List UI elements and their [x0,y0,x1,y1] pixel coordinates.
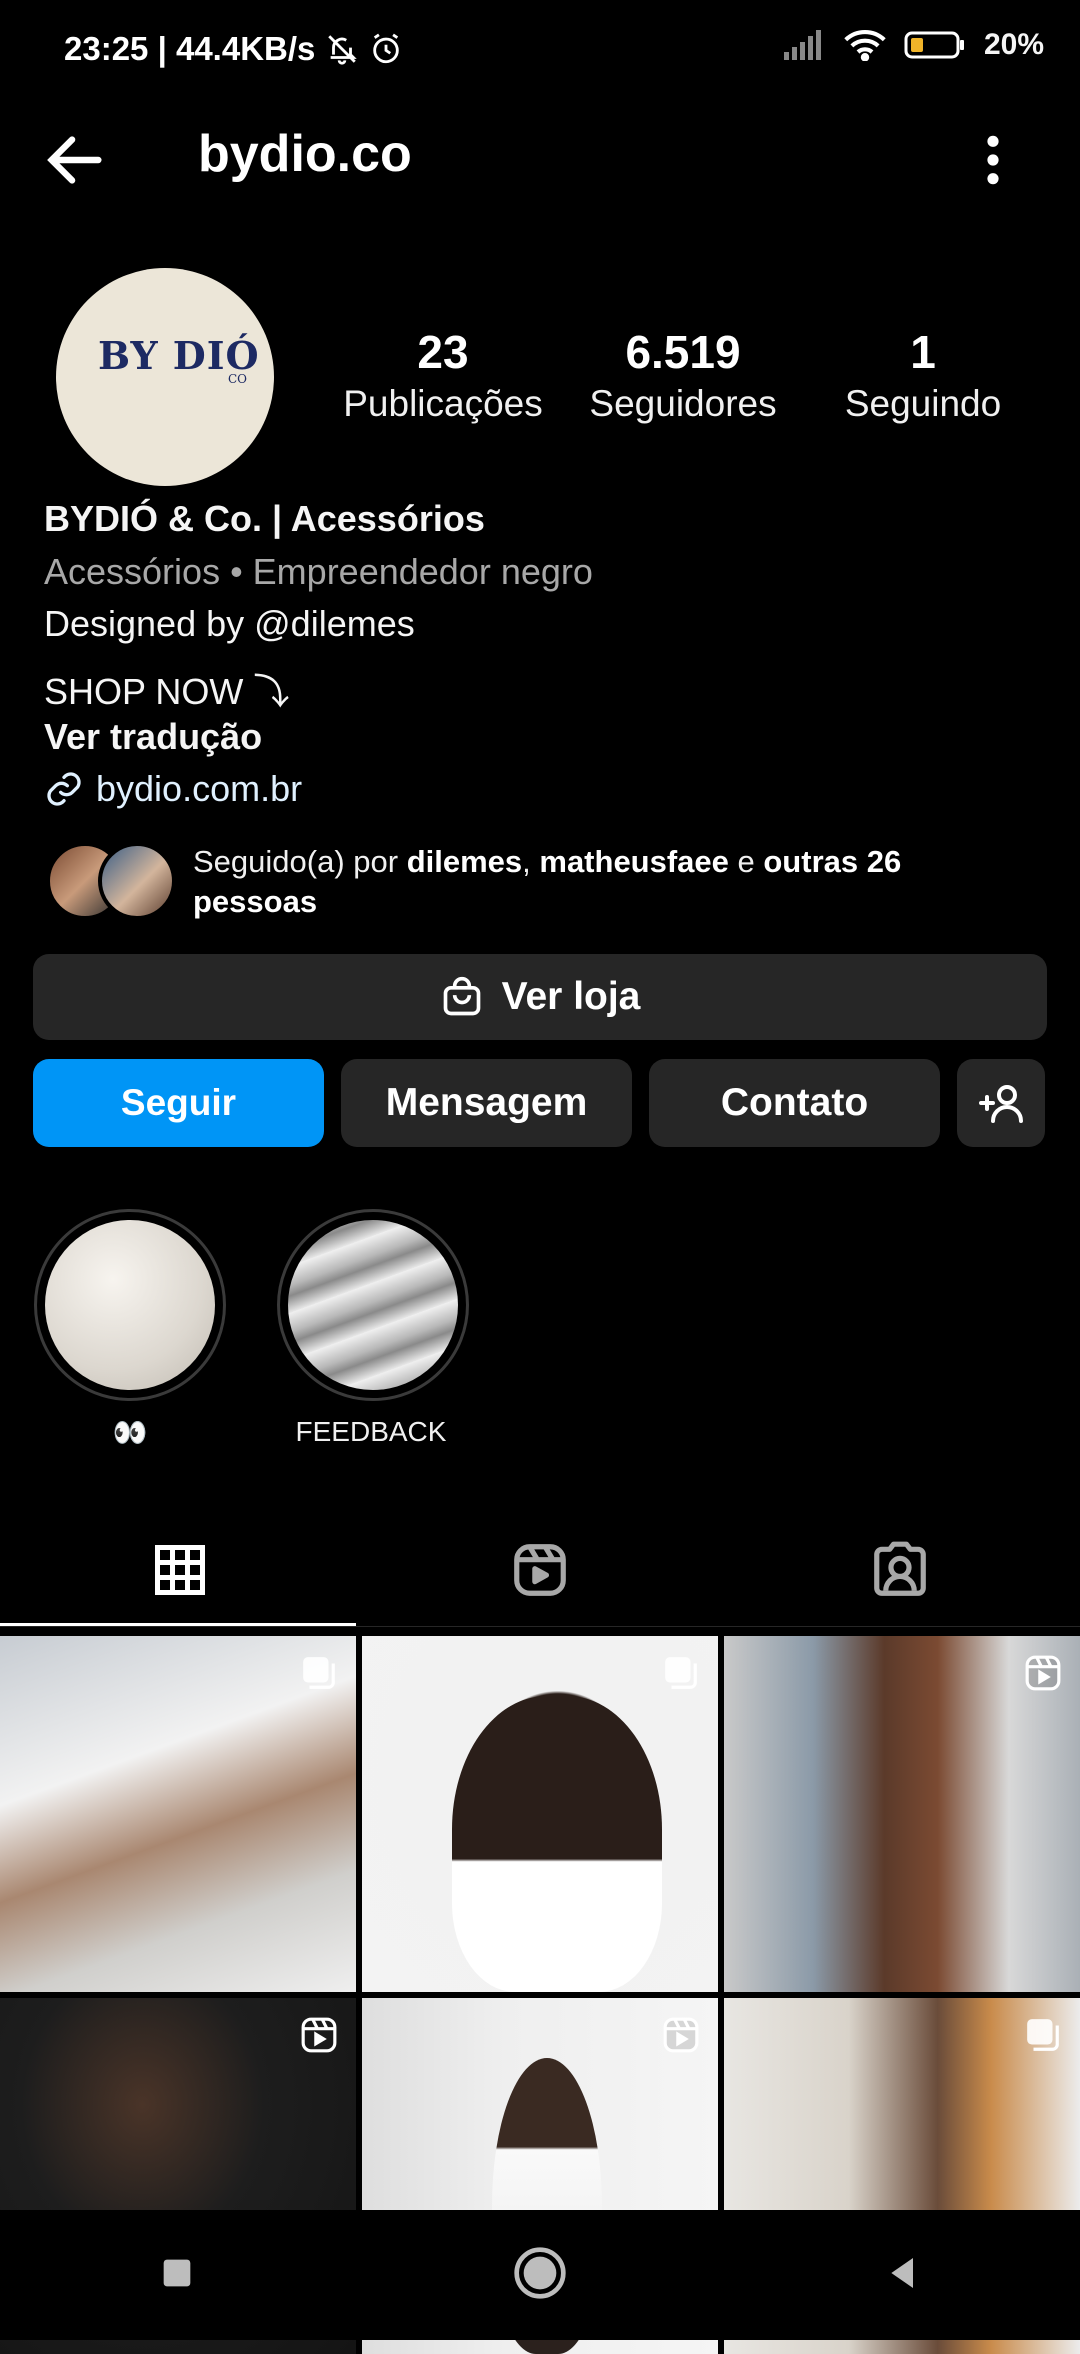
follow-button[interactable]: Seguir [33,1059,324,1147]
triangle-back-icon [890,2257,913,2288]
avatar-logo-small: CO [228,372,248,386]
back-button[interactable] [40,125,120,195]
stat-following-label: Seguindo [844,383,1002,424]
stat-posts-label: Publicações [343,383,543,424]
story-highlight-1-cover [45,1220,215,1390]
page-title: bydio.co [198,125,412,183]
link-icon [47,772,81,806]
circle-home-icon [514,2246,566,2299]
followed-by-text[interactable]: Seguido(a) por dilemes, matheusfaee e ou… [193,842,993,922]
kebab-menu-icon [987,135,999,185]
followed-by-prefix: Seguido(a) por [193,844,407,879]
profile-bio-line: Designed by @dilemes [44,603,415,644]
followed-by-sep: , [522,844,540,879]
stat-followers-value: 6.519 [625,326,741,378]
followed-by-user-2: matheusfaee [539,844,729,879]
follow-label: Seguir [120,1082,237,1123]
carousel-icon [1027,2019,1059,2051]
message-button[interactable]: Mensagem [341,1059,632,1147]
status-right: 20% [782,28,1044,62]
grid-icon [155,1545,205,1595]
profile-name: BYDIÓ & Co. | Acessórios [44,498,485,539]
status-time-speed: 23:25 | 44.4KB/s [64,30,316,67]
post-thumbnail-3[interactable] [724,1636,1080,1992]
profile-avatar[interactable]: BY DIÓ CO [56,268,274,486]
view-shop-label: Ver loja [501,975,641,1018]
stat-posts[interactable]: 23 Publicações [323,325,563,425]
square-icon [163,2259,191,2286]
stat-posts-value: 23 [417,326,469,378]
profile-shop-line: SHOP NOW ⤵ [44,671,290,712]
more-options-button[interactable] [968,125,1018,195]
signal-icon [783,30,821,60]
story-highlight-2-label: FEEDBACK [295,1416,447,1447]
stat-followers[interactable]: 6.519 Seguidores [563,325,803,425]
reels-icon [301,2017,337,2053]
status-left: 23:25 | 44.4KB/s [64,30,403,68]
stat-following-value: 1 [910,326,936,378]
story-highlight-1-label: 👀 [112,1417,148,1448]
reels-icon [663,2017,699,2053]
avatar-logo-text: BY DIÓ [98,333,260,378]
back-nav-button[interactable] [883,2253,923,2298]
followed-by-and: e [728,844,764,879]
muted-bell-icon [328,35,358,65]
message-label: Mensagem [385,1081,588,1124]
follower-avatar-2 [98,842,176,920]
add-user-icon [979,1085,1023,1123]
profile-category: Acessórios • Empreendedor negro [44,551,593,592]
alarm-icon [373,33,400,64]
tab-reels[interactable] [360,1520,720,1620]
reels-icon [514,1544,566,1596]
story-highlight-2-cover [288,1220,458,1390]
shopping-bag-icon [443,976,480,1016]
tab-posts-grid[interactable] [0,1520,360,1620]
tab-tagged[interactable] [720,1520,1080,1620]
battery-percent: 20% [983,28,1044,61]
post-thumbnail-1[interactable] [0,1636,356,1992]
battery-icon [904,31,964,59]
story-highlight-1[interactable] [34,1209,226,1401]
reels-icon [1025,1655,1061,1691]
suggested-users-button[interactable] [957,1059,1045,1147]
contact-button[interactable]: Contato [649,1059,940,1147]
profile-website-text: bydio.com.br [96,768,303,809]
tabs-divider [0,1626,1080,1627]
arrow-left-icon [47,136,102,184]
stat-following[interactable]: 1 Seguindo [803,325,1043,425]
followed-by-user-1: dilemes [406,844,523,879]
story-highlight-2[interactable] [277,1209,469,1401]
stat-followers-label: Seguidores [589,383,777,424]
see-translation-link[interactable]: Ver tradução [44,716,262,758]
status-bar: 23:25 | 44.4KB/s 20% [0,0,1080,100]
home-button[interactable] [512,2245,568,2306]
recent-apps-button[interactable] [157,2253,197,2298]
carousel-icon [303,1657,335,1689]
post-thumbnail-2[interactable] [362,1636,718,1992]
post-2-subject [452,1696,662,1992]
tagged-person-icon [874,1541,926,1596]
view-shop-button[interactable]: Ver loja [33,954,1047,1040]
carousel-icon [665,1657,697,1689]
contact-label: Contato [720,1081,869,1124]
wifi-icon [844,29,886,61]
profile-website-link[interactable]: bydio.com.br [44,768,302,810]
system-nav-bar [0,2210,1080,2340]
